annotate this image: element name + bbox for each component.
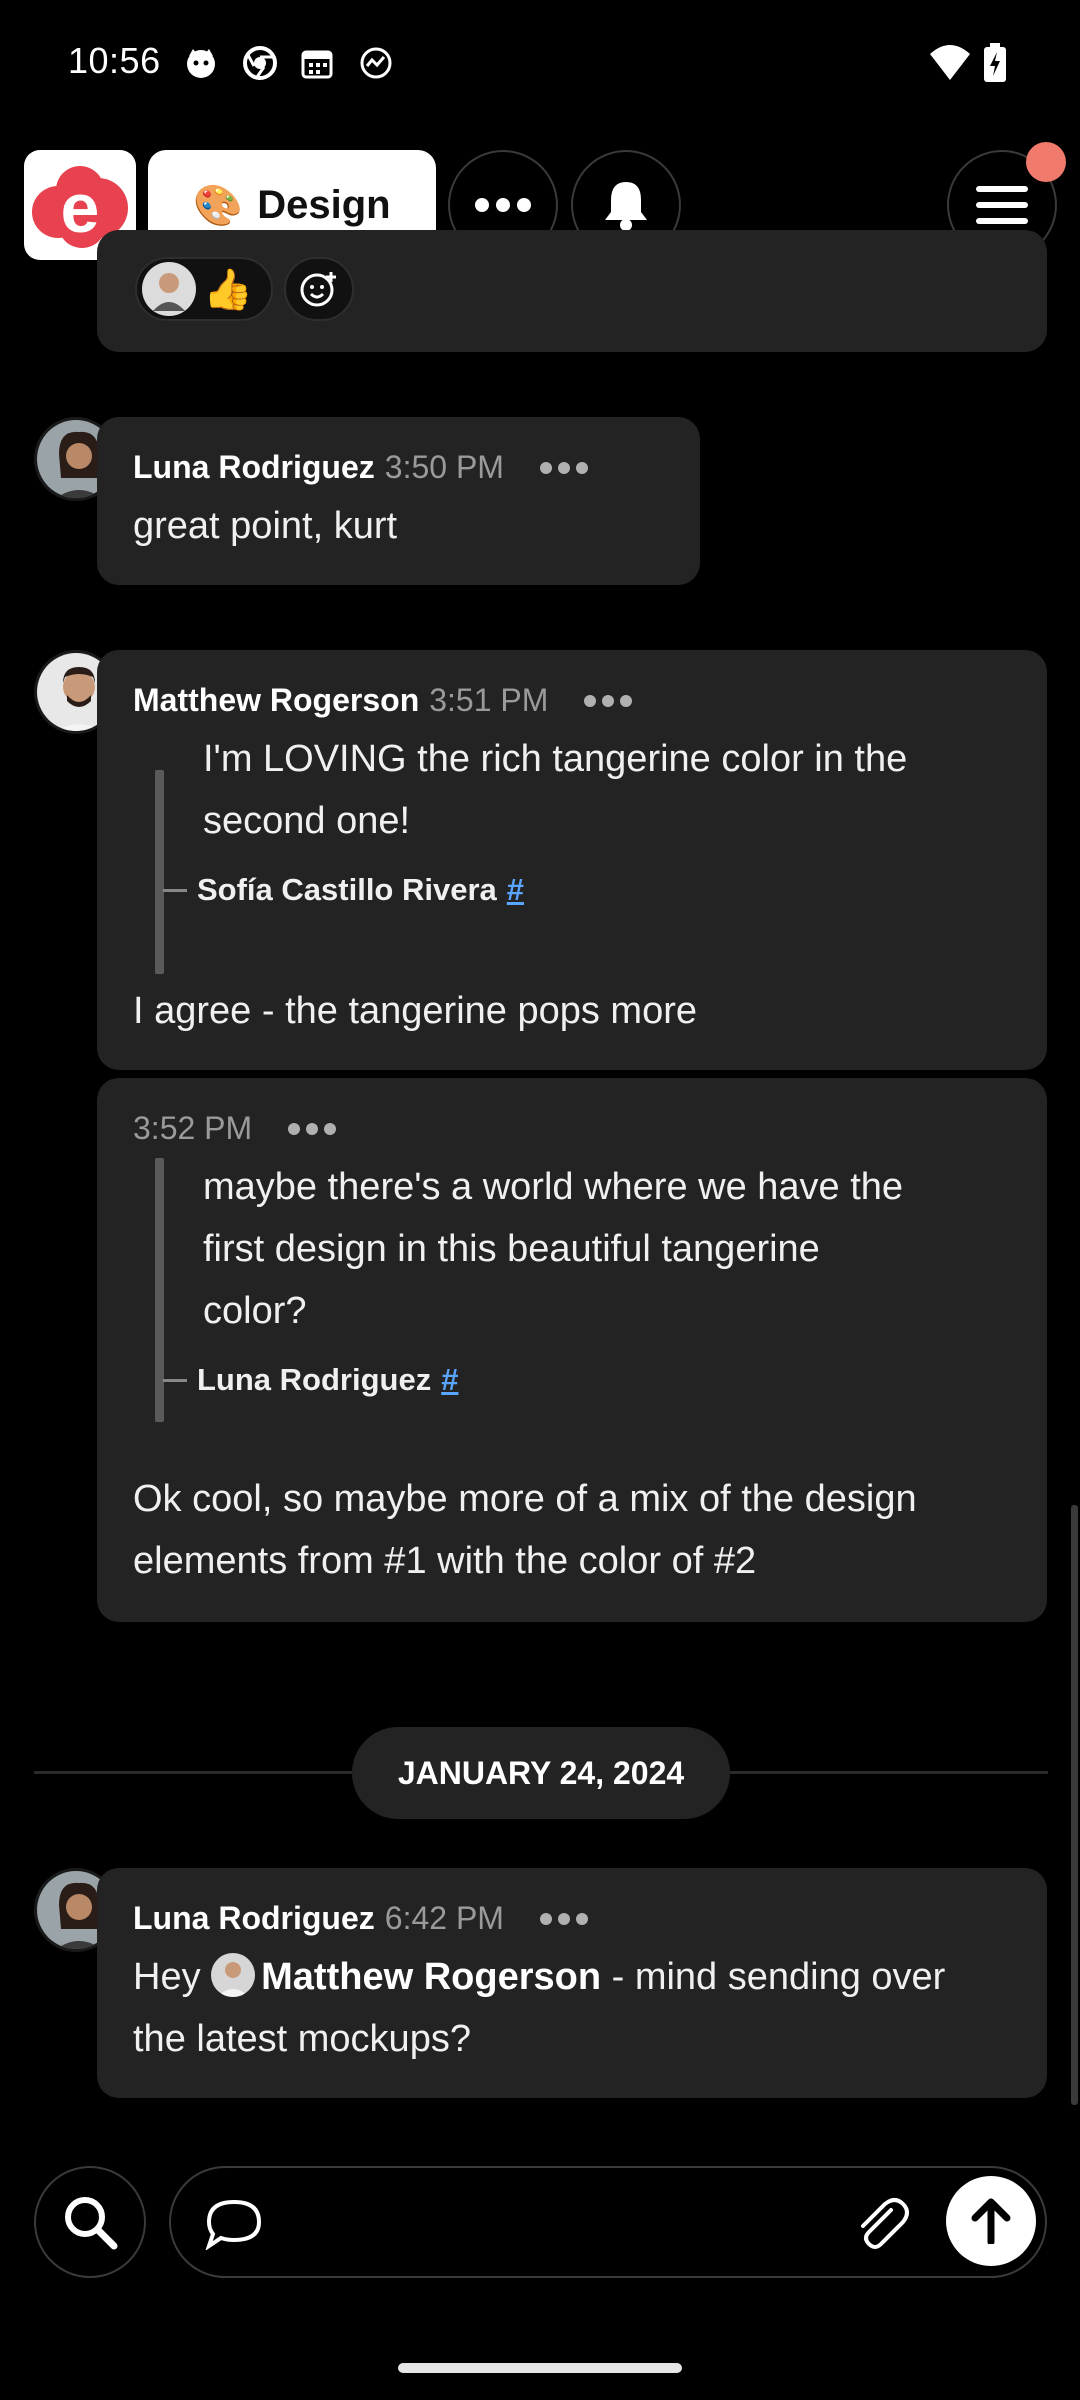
message-meta: 3:52 PM [133, 1110, 337, 1147]
scrollbar[interactable] [1071, 1505, 1078, 2105]
message-text: I agree - the tangerine pops more [133, 990, 698, 1032]
more-horizontal-icon [475, 198, 531, 212]
message-matthew-1: Matthew Rogerson 3:51 PM I'm LOVING the … [97, 650, 1047, 1070]
text-prefix: Hey [133, 1956, 212, 1998]
message-text: great point, kurt [133, 505, 398, 547]
paperclip-icon[interactable] [851, 2194, 911, 2254]
quote-line: color? [203, 1290, 307, 1332]
reactor-avatar [142, 262, 196, 316]
author-name[interactable]: Matthew Rogerson [133, 682, 419, 719]
quote-author: Luna Rodriguez [197, 1362, 432, 1397]
svg-text:e: e [61, 169, 100, 247]
palette-icon: 🎨 [193, 183, 244, 228]
thumbs-up-emoji: 👍 [203, 267, 253, 312]
wifi-icon [930, 45, 970, 80]
message-composer[interactable] [169, 2166, 1047, 2278]
timestamp: 3:50 PM [384, 449, 504, 485]
quote-attribution: Sofía Castillo Rivera # [163, 872, 524, 908]
home-indicator[interactable] [398, 2363, 682, 2373]
date-divider: JANUARY 24, 2024 [352, 1727, 730, 1819]
date-divider-line [730, 1771, 1048, 1774]
message-options-icon[interactable] [584, 694, 633, 707]
chrome-icon [243, 46, 277, 80]
message-text: Hey Matthew Rogerson - mind sending over… [133, 1946, 945, 2070]
quoted-text: I'm LOVING the rich tangerine color in t… [203, 728, 907, 852]
hamburger-icon [976, 186, 1028, 224]
bell-icon [605, 182, 647, 231]
message-line: Ok cool, so maybe more of a mix of the d… [133, 1478, 917, 1520]
status-bar: 10:56 [0, 0, 1080, 130]
notification-badge [1026, 142, 1066, 182]
message-luna-1: Luna Rodriguez 3:50 PM great point, kurt [97, 417, 700, 585]
author-name[interactable]: Luna Rodriguez [133, 1900, 375, 1937]
message-meta: Luna Rodriguez 6:42 PM [133, 1900, 588, 1937]
mention-avatar [211, 1952, 256, 1997]
quote-line: second one! [203, 800, 411, 842]
message-line: elements from #1 with the color of #2 [133, 1540, 757, 1582]
battery-charging-icon [984, 43, 1006, 82]
quote-line: maybe there's a world where we have the [203, 1166, 904, 1208]
author-name[interactable]: Luna Rodriguez [133, 449, 375, 486]
add-emoji-icon [300, 272, 336, 307]
message-meta: Luna Rodriguez 3:50 PM [133, 449, 588, 486]
user-mention[interactable]: Matthew Rogerson [261, 1956, 601, 1998]
quote-link[interactable]: # [441, 1362, 458, 1398]
channel-name: Design [257, 182, 391, 227]
calendar-icon [301, 50, 333, 79]
send-button[interactable] [946, 2176, 1036, 2266]
search-icon [65, 2197, 118, 2250]
quoted-text: maybe there's a world where we have the … [203, 1156, 903, 1342]
timestamp: 3:52 PM [133, 1110, 253, 1146]
message-line: the latest mockups? [133, 2018, 471, 2060]
quote-line: I'm LOVING the rich tangerine color in t… [203, 738, 908, 780]
timestamp: 3:51 PM [429, 682, 549, 718]
message-luna-2: Luna Rodriguez 6:42 PM Hey Matthew Roger… [97, 1868, 1047, 2098]
quote-line: first design in this beautiful tangerine [203, 1228, 820, 1270]
message-options-icon[interactable] [288, 1122, 337, 1135]
activity-icon [360, 47, 392, 79]
cat-app-icon [187, 49, 215, 78]
add-reaction-button[interactable] [284, 257, 354, 321]
message-matthew-2: 3:52 PM maybe there's a world where we h… [97, 1078, 1047, 1622]
chat-bubble-icon [205, 2199, 262, 2250]
status-time: 10:56 [68, 40, 161, 81]
quote-link[interactable]: # [507, 872, 524, 908]
message-meta: Matthew Rogerson 3:51 PM [133, 682, 633, 719]
message-text: Ok cool, so maybe more of a mix of the d… [133, 1468, 917, 1592]
timestamp: 6:42 PM [384, 1900, 504, 1936]
search-button[interactable] [34, 2166, 146, 2278]
reaction-thumbs-up[interactable]: 👍 [135, 257, 273, 321]
text-suffix: - mind sending over [601, 1956, 946, 1998]
message-options-icon[interactable] [539, 461, 588, 474]
message-options-icon[interactable] [539, 1912, 588, 1925]
quote-attribution: Luna Rodriguez # [163, 1362, 458, 1398]
quote-author: Sofía Castillo Rivera [197, 872, 497, 907]
date-divider-line [34, 1771, 352, 1774]
arrow-up-icon [971, 2198, 1011, 2244]
